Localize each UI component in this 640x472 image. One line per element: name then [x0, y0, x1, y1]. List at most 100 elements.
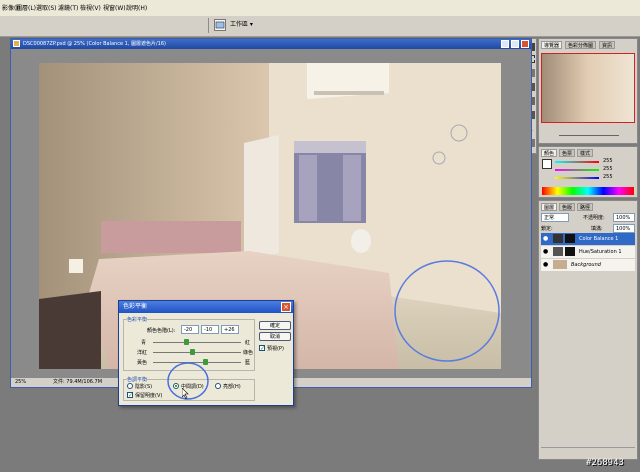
- slider-left-label: 青: [141, 340, 147, 346]
- tab-layers[interactable]: 圖層: [541, 203, 558, 211]
- layer-name[interactable]: Background: [571, 262, 601, 268]
- fill-label: 填滿:: [591, 226, 603, 232]
- menu-bar: 影像(I) 圖層(L) 選取(S) 濾鏡(T) 檢視(V) 視窗(W) 說明(H…: [0, 0, 640, 17]
- tab-swatches[interactable]: 色票: [559, 149, 576, 157]
- color-panel: 顏色 色票 樣式 255 255 255: [538, 146, 638, 198]
- tab-navigator[interactable]: 導覽器: [541, 41, 563, 49]
- curtain-right: [343, 155, 361, 221]
- blend-mode-select[interactable]: 正常: [541, 213, 569, 222]
- preview-checkbox[interactable]: ✓: [259, 345, 265, 352]
- shadows-label: 陰影(S): [135, 384, 153, 390]
- menu-view[interactable]: 檢視(V): [80, 3, 101, 12]
- layer-mask-thumbnail: [565, 234, 575, 243]
- navigator-thumbnail[interactable]: [541, 53, 635, 123]
- tab-histogram[interactable]: 色彩分佈圖: [565, 41, 597, 49]
- magenta-green-slider[interactable]: [153, 352, 241, 353]
- ok-button[interactable]: 確定: [259, 321, 291, 330]
- eye-icon[interactable]: ●: [543, 248, 549, 255]
- levels-label: 顏色色階(L):: [147, 328, 176, 334]
- opacity-input[interactable]: 100%: [613, 213, 635, 222]
- tab-paths[interactable]: 路徑: [577, 203, 594, 211]
- red-value[interactable]: 255: [603, 158, 613, 164]
- menu-layer[interactable]: 圖層(L): [16, 3, 36, 12]
- layer-row[interactable]: ● Hue/Saturation 1: [541, 246, 635, 258]
- headboard: [101, 221, 241, 253]
- highlights-label: 亮部(H): [223, 384, 241, 390]
- lock-label: 鎖定:: [541, 226, 553, 232]
- slider-left-label: 洋紅: [137, 350, 148, 356]
- window-valance: [294, 141, 366, 153]
- menu-help[interactable]: 說明(H): [126, 3, 147, 12]
- opacity-label: 不透明度:: [583, 215, 605, 221]
- preserve-luminosity-checkbox[interactable]: ✓: [127, 392, 133, 399]
- dialog-close-button[interactable]: ×: [281, 302, 291, 312]
- options-bar: [0, 16, 640, 37]
- shadows-radio[interactable]: [127, 383, 133, 389]
- slider-knob[interactable]: [184, 339, 189, 345]
- workspace-button[interactable]: 工作區 ▾: [230, 19, 258, 31]
- navigator-panel: 導覽器 色彩分佈圖 資訊: [538, 38, 638, 144]
- level-magenta-green[interactable]: -10: [201, 325, 219, 334]
- cyan-red-slider[interactable]: [153, 342, 241, 343]
- layer-thumbnail: [553, 234, 563, 243]
- slider-left-label: 黃色: [137, 360, 148, 366]
- cancel-button[interactable]: 取消: [259, 332, 291, 341]
- layers-footer: [541, 447, 635, 458]
- slider-right-label: 紅: [245, 340, 251, 346]
- guitar: [351, 229, 371, 253]
- zoom-level[interactable]: 25%: [15, 378, 26, 387]
- menu-select[interactable]: 選取(S): [36, 3, 57, 12]
- layers-panel: 圖層 色版 路徑 正常 不透明度: 100% 鎖定: 填滿: 100% ● Co…: [538, 200, 638, 460]
- foreground-swatch[interactable]: [542, 159, 552, 169]
- close-button[interactable]: [521, 40, 529, 48]
- color-ramp[interactable]: [542, 187, 634, 195]
- nightstand: [39, 291, 101, 369]
- tab-channels[interactable]: 色版: [559, 203, 576, 211]
- layer-row[interactable]: ● Color Balance 1: [541, 233, 635, 245]
- document-title: DSC00087ZP.psd @ 25% (Color Balance 1, 圖…: [11, 39, 531, 49]
- layer-mask-thumbnail: [565, 247, 575, 256]
- green-slider[interactable]: [555, 169, 599, 171]
- slider-right-label: 藍: [245, 360, 251, 366]
- preserve-luminosity-label: 保留明度(V): [135, 393, 163, 399]
- eye-icon[interactable]: ●: [543, 235, 549, 242]
- layer-row[interactable]: ● Background: [541, 259, 635, 271]
- file-info[interactable]: 文件: 79.4M/106.7M: [53, 378, 102, 387]
- layer-name[interactable]: Color Balance 1: [579, 236, 618, 242]
- slider-right-label: 綠色: [243, 350, 254, 356]
- blue-value[interactable]: 255: [603, 174, 613, 180]
- door: [244, 135, 279, 261]
- highlights-radio[interactable]: [215, 383, 221, 389]
- tab-styles[interactable]: 樣式: [577, 149, 594, 157]
- mouse-cursor-icon: [182, 388, 189, 400]
- preview-label: 預視(P): [267, 346, 284, 352]
- red-slider[interactable]: [555, 161, 599, 163]
- tab-info[interactable]: 資訊: [599, 41, 616, 49]
- slider-knob[interactable]: [190, 349, 195, 355]
- level-yellow-blue[interactable]: +26: [221, 325, 239, 334]
- tone-group-label: 色調平衡: [127, 376, 148, 383]
- watermark: #268943: [586, 458, 624, 468]
- fill-input[interactable]: 100%: [613, 224, 635, 233]
- zoom-slider[interactable]: [559, 135, 619, 136]
- menu-filter[interactable]: 濾鏡(T): [58, 3, 78, 12]
- layer-thumbnail: [553, 260, 567, 269]
- workspace-icon[interactable]: [214, 19, 226, 31]
- wall-lamp: [69, 259, 83, 273]
- balance-group-label: 色彩平衡: [127, 316, 148, 323]
- maximize-button[interactable]: [511, 40, 519, 48]
- layer-thumbnail: [553, 247, 563, 256]
- tab-color[interactable]: 顏色: [541, 149, 558, 157]
- psd-icon: [13, 40, 20, 47]
- minimize-button[interactable]: [501, 40, 509, 48]
- ac-vent: [314, 91, 384, 95]
- layer-name[interactable]: Hue/Saturation 1: [579, 249, 622, 255]
- curtain-left: [299, 155, 317, 221]
- dialog-title: 色彩平衡: [119, 301, 293, 313]
- green-value[interactable]: 255: [603, 166, 613, 172]
- menu-window[interactable]: 視窗(W): [103, 3, 126, 12]
- toolbar-divider: [208, 18, 209, 33]
- blue-slider[interactable]: [555, 177, 599, 179]
- eye-icon[interactable]: ●: [543, 261, 549, 268]
- level-cyan-red[interactable]: -20: [181, 325, 199, 334]
